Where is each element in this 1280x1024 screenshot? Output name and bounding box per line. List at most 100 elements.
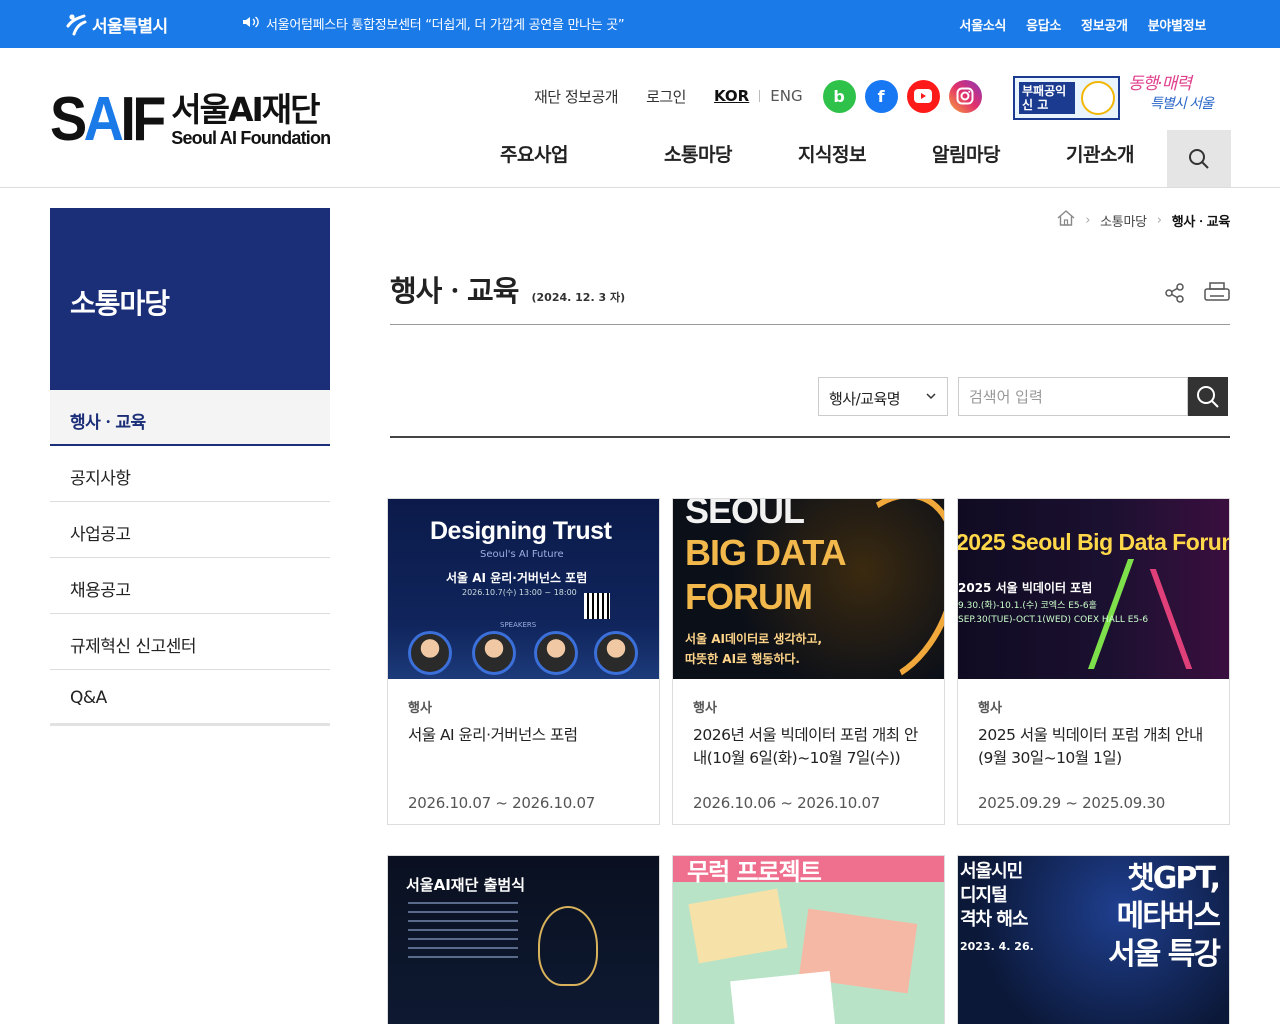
top-link-field-info[interactable]: 분야별정보	[1148, 15, 1207, 34]
speaker-photo	[534, 631, 578, 675]
sidebar-item-business[interactable]: 사업공고	[50, 502, 330, 558]
gnb-item-about[interactable]: 기관소개	[1066, 130, 1166, 188]
top-link-news[interactable]: 서울소식	[959, 15, 1006, 34]
lightbulb-icon	[538, 906, 598, 986]
gnb-item-notice[interactable]: 알림마당	[932, 130, 1066, 188]
print-icon[interactable]	[1204, 282, 1230, 308]
qr-code-icon	[584, 593, 610, 619]
thumb-event-date: 2023. 4. 26.	[960, 940, 1034, 953]
event-card[interactable]: 서울시민 디지털 격차 해소 챗GPT, 메타버스 서울 특강 2023. 4.…	[957, 855, 1230, 1024]
search-submit-button[interactable]	[1188, 377, 1228, 416]
home-icon[interactable]	[1057, 210, 1075, 230]
event-category: 행사	[978, 701, 1002, 716]
sidebar: 소통마당 행사ㆍ교육 공지사항 사업공고 채용공고 규제혁신 신고센터 Q&A	[50, 208, 330, 726]
main-navigation: 주요사업 소통마당 지식정보 알림마당 기관소개	[500, 130, 1166, 188]
chevron-right-icon: ›	[1085, 212, 1091, 228]
event-card-body: 행사 2026년 서울 빅데이터 포럼 개최 안내(10월 6일(화)~10월 …	[673, 679, 944, 824]
thumb-heading: SEOUL	[685, 499, 805, 531]
thumb-event-date: 9.30.(화)-10.1.(수) 코엑스 E5-6홀 SEP.30(TUE)-…	[958, 599, 1148, 627]
top-link-disclosure[interactable]: 정보공개	[1081, 15, 1128, 34]
page-date: (2024. 12. 3 자)	[531, 291, 626, 304]
thumb-event-name: 서울 AI 윤리·거버넌스 포럼	[446, 571, 588, 585]
anticorruption-report-banner[interactable]: 부패공익 신 고	[1013, 76, 1120, 120]
top-link-eungdapso[interactable]: 응답소	[1026, 15, 1061, 34]
thumb-heading: FORUM	[685, 576, 813, 617]
seoul-logo-icon	[64, 12, 88, 36]
disclosure-link[interactable]: 재단 정보공개	[534, 86, 619, 107]
gnb-item-communication[interactable]: 소통마당	[664, 130, 798, 188]
search-icon	[1197, 385, 1219, 408]
seoul-city-logo[interactable]: 서울특별시	[64, 10, 168, 38]
top-notice[interactable]: 서울어텀페스타 통합정보센터 “더쉽게, 더 가깝게 공연을 만나는 곳”	[242, 14, 625, 33]
speaker-icon	[242, 15, 260, 33]
slogan-line2: 특별시 서울	[1150, 96, 1214, 112]
sidebar-item-qna[interactable]: Q&A	[50, 670, 330, 726]
seoul-slogan-logo[interactable]: 동행·매력 특별시 서울	[1128, 74, 1228, 120]
lang-divider	[759, 90, 761, 102]
page-title: 행사ㆍ교육	[390, 274, 519, 308]
event-card-body: 행사 2025 서울 빅데이터 포럼 개최 안내 (9월 30일~10월 1일)…	[958, 679, 1229, 824]
event-card[interactable]: Designing Trust Seoul's AI Future 서울 AI …	[387, 498, 660, 825]
top-notice-text: 서울어텀페스타 통합정보센터 “더쉽게, 더 가깝게 공연을 만나는 곳”	[266, 18, 625, 33]
utility-menu: 재단 정보공개 로그인 KOR ENG b f	[534, 76, 982, 116]
event-card[interactable]: SEOUL BIG DATA FORUM 서울 AI데이터로 생각하고, 따뜻한…	[672, 498, 945, 825]
youtube-icon[interactable]	[906, 79, 940, 113]
mascot-icon	[1081, 81, 1115, 115]
event-card[interactable]: 2025 Seoul Big Data Forum 2025 서울 빅데이터 포…	[957, 498, 1230, 825]
seoul-logo-text: 서울특별시	[92, 16, 168, 37]
event-period: 2026.10.06 ~ 2026.10.07	[693, 794, 880, 812]
speaker-photo	[472, 631, 516, 675]
thumb-speakers-label: SPEAKERS	[500, 621, 537, 629]
thumb-heading: 서울AI재단 출범식	[406, 876, 526, 894]
sns-links: b f	[822, 79, 982, 113]
gnb-item-knowledge[interactable]: 지식정보	[798, 130, 932, 188]
thumb-heading: BIG DATA	[685, 532, 847, 573]
event-period: 2026.10.07 ~ 2026.10.07	[408, 794, 595, 812]
search-type-select[interactable]: 행사/교육명	[818, 377, 948, 416]
thumb-subtitle-line: 따뜻한 AI로 행동하다.	[685, 652, 800, 666]
blog-icon[interactable]: b	[822, 79, 856, 113]
thumb-decoration	[730, 970, 836, 1024]
thumb-date-line: 9.30.(화)-10.1.(수) 코엑스 E5-6홀	[958, 601, 1097, 611]
login-link[interactable]: 로그인	[646, 86, 686, 107]
event-thumbnail: Designing Trust Seoul's AI Future 서울 AI …	[388, 499, 659, 679]
site-logo[interactable]: SAIF 서울AI재단 Seoul AI Foundation	[50, 85, 331, 154]
gnb-item-major-projects[interactable]: 주요사업	[500, 130, 664, 188]
search-input[interactable]	[958, 377, 1188, 416]
event-category: 행사	[693, 701, 717, 716]
facebook-icon[interactable]: f	[864, 79, 898, 113]
slogan-line1: 동행·매력	[1128, 74, 1192, 94]
thumb-heading: 2025 Seoul Big Data Forum	[958, 529, 1229, 555]
search-type-value: 행사/교육명	[829, 390, 901, 408]
sidebar-item-regulation[interactable]: 규제혁신 신고센터	[50, 614, 330, 670]
event-title[interactable]: 2025 서울 빅데이터 포럼 개최 안내 (9월 30일~10월 1일)	[978, 724, 1209, 770]
instagram-icon[interactable]	[948, 79, 982, 113]
sidebar-item-notices[interactable]: 공지사항	[50, 446, 330, 502]
logo-mark: SAIF	[50, 85, 166, 154]
event-card[interactable]: 서울AI재단 출범식	[387, 855, 660, 1024]
thumb-heading: 서울시민 디지털 격차 해소	[960, 861, 1029, 930]
thumb-date-line: SEP.30(TUE)-OCT.1(WED) COEX HALL E5-6	[958, 615, 1149, 625]
share-icon[interactable]	[1164, 282, 1186, 308]
thumb-heading: Designing Trust	[430, 517, 612, 545]
lang-eng[interactable]: ENG	[770, 87, 802, 105]
event-category: 행사	[408, 701, 432, 716]
header-search-button[interactable]	[1167, 130, 1231, 187]
sidebar-item-events[interactable]: 행사ㆍ교육	[50, 390, 330, 446]
thumb-heading: 챗GPT, 메타버스 서울 특강	[1108, 861, 1221, 972]
thumb-heading: 무럭 프로젝트	[687, 858, 822, 886]
lang-kor[interactable]: KOR	[714, 87, 749, 105]
event-card-body: 행사 서울 AI 윤리·거버넌스 포럼 2026.10.07 ~ 2026.10…	[388, 679, 659, 824]
thumb-subheading: Seoul's AI Future	[480, 549, 564, 560]
breadcrumb-item-communication[interactable]: 소통마당	[1100, 211, 1147, 230]
chevron-right-icon: ›	[1156, 212, 1162, 228]
event-title[interactable]: 서울 AI 윤리·거버넌스 포럼	[408, 724, 639, 770]
logo-names: 서울AI재단 Seoul AI Foundation	[171, 92, 331, 149]
event-thumbnail: 서울AI재단 출범식	[388, 856, 659, 1024]
thumb-decoration	[688, 888, 788, 964]
sidebar-item-recruit[interactable]: 채용공고	[50, 558, 330, 614]
page-tools	[1164, 282, 1230, 308]
event-title[interactable]: 2026년 서울 빅데이터 포럼 개최 안내(10월 6일(화)~10월 7일(…	[693, 724, 924, 770]
event-card[interactable]: 무럭 프로젝트	[672, 855, 945, 1024]
anticorruption-label: 부패공익 신 고	[1019, 82, 1075, 114]
